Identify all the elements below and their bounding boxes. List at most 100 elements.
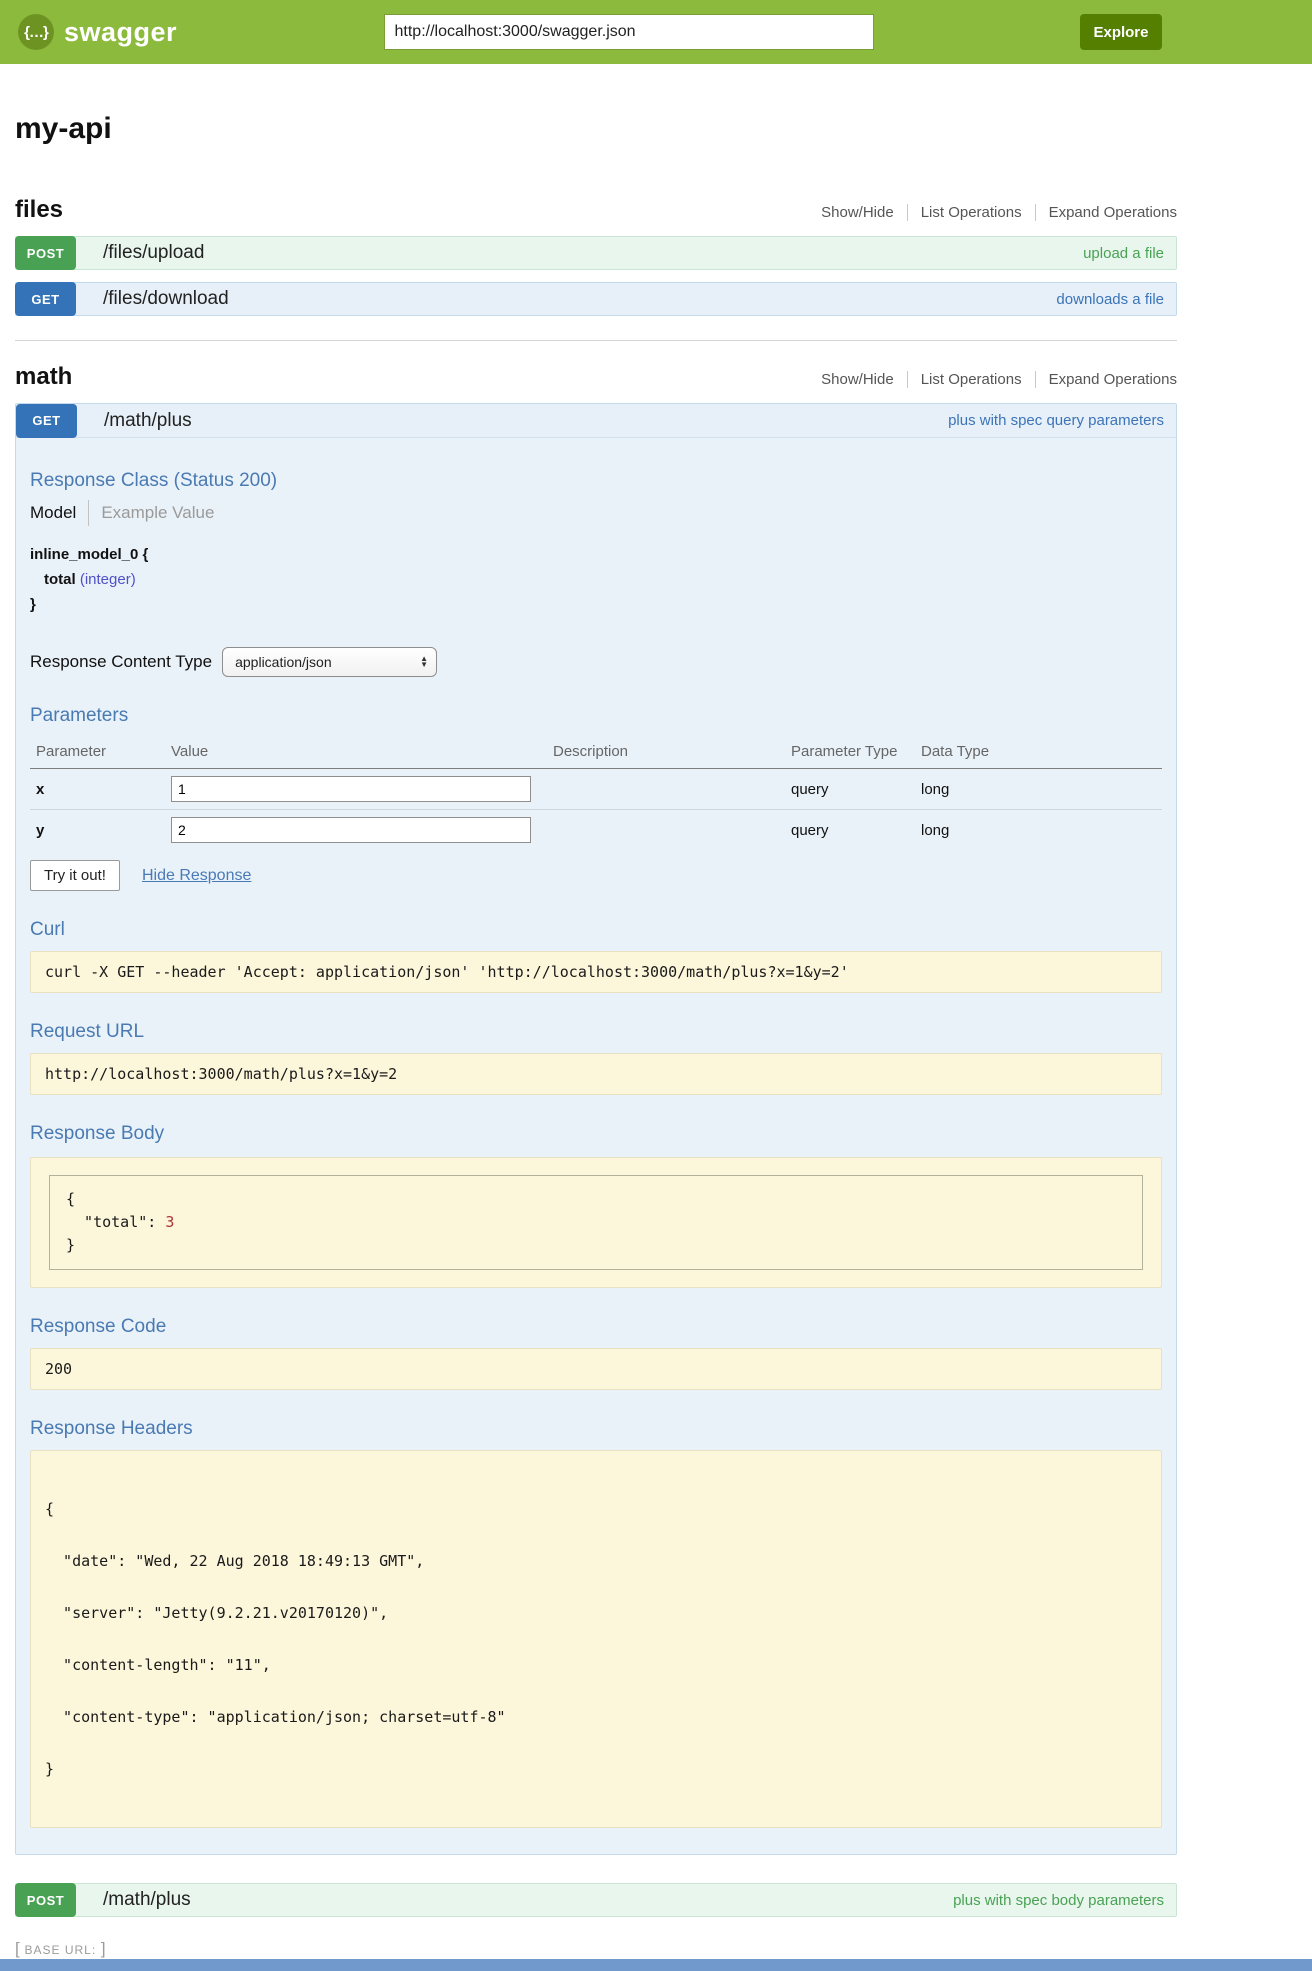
expand-operations-link[interactable]: Expand Operations xyxy=(1035,204,1177,221)
method-badge-get[interactable]: GET xyxy=(15,282,76,316)
parameter-data-type: long xyxy=(915,810,1162,851)
operation-path[interactable]: /math/plus xyxy=(104,410,192,432)
parameter-row-x: x query long xyxy=(30,769,1162,810)
request-url-value: http://localhost:3000/math/plus?x=1&y=2 xyxy=(30,1053,1162,1095)
show-hide-link[interactable]: Show/Hide xyxy=(808,204,907,221)
parameters-heading: Parameters xyxy=(30,705,1162,727)
parameters-header-row: Parameter Value Description Parameter Ty… xyxy=(30,737,1162,769)
response-content-type-row: Response Content Type application/json ▲… xyxy=(30,647,1162,677)
json-line: } xyxy=(66,1234,1126,1257)
operation-path[interactable]: /files/upload xyxy=(103,242,204,264)
response-body-box: { "total": 3 } xyxy=(30,1157,1162,1288)
curl-command: curl -X GET --header 'Accept: applicatio… xyxy=(30,951,1162,993)
section-head-files: files Show/Hide List Operations Expand O… xyxy=(15,196,1177,224)
content-wrap: my-api files Show/Hide List Operations E… xyxy=(15,64,1177,1917)
method-badge-post[interactable]: POST xyxy=(15,236,76,270)
operation-path[interactable]: /math/plus xyxy=(103,1889,191,1911)
json-line: "content-type": "application/json; chars… xyxy=(45,1709,1147,1725)
tab-example-value[interactable]: Example Value xyxy=(101,503,214,523)
operation-summary-link[interactable]: plus with spec query parameters xyxy=(948,412,1164,429)
operation-summary-link[interactable]: plus with spec body parameters xyxy=(953,1892,1164,1909)
json-line: "date": "Wed, 22 Aug 2018 18:49:13 GMT", xyxy=(45,1553,1147,1569)
response-content-type-label: Response Content Type xyxy=(30,652,212,672)
operation-block-get-math-plus: GET /math/plus plus with spec query para… xyxy=(15,403,1177,1855)
section-links-files: Show/Hide List Operations Expand Operati… xyxy=(808,204,1177,221)
section-title-math[interactable]: math xyxy=(15,363,72,391)
section-head-math: math Show/Hide List Operations Expand Op… xyxy=(15,363,1177,391)
parameter-description xyxy=(547,769,785,810)
explore-button[interactable]: Explore xyxy=(1080,14,1162,50)
json-line: { xyxy=(66,1188,1126,1211)
model-signature: inline_model_0 { total (integer) } xyxy=(30,542,1162,617)
top-bar: {…} swagger Explore xyxy=(0,0,1312,64)
curl-heading: Curl xyxy=(30,919,1162,941)
section-title-files[interactable]: files xyxy=(15,196,63,224)
parameter-row-y: y query long xyxy=(30,810,1162,851)
model-property-name: total xyxy=(44,571,76,588)
parameter-name: x xyxy=(30,769,165,810)
parameters-table: Parameter Value Description Parameter Ty… xyxy=(30,737,1162,850)
hide-response-link[interactable]: Hide Response xyxy=(142,867,251,885)
selected-content-type: application/json xyxy=(235,654,420,670)
section-math: math Show/Hide List Operations Expand Op… xyxy=(15,340,1177,1917)
brand-name: swagger xyxy=(64,17,177,48)
response-body-json: { "total": 3 } xyxy=(49,1175,1143,1270)
list-operations-link[interactable]: List Operations xyxy=(907,204,1035,221)
json-line: "server": "Jetty(9.2.21.v20170120)", xyxy=(45,1605,1147,1621)
column-value: Value xyxy=(165,737,547,769)
page-title: my-api xyxy=(15,112,1177,146)
column-parameter-type: Parameter Type xyxy=(785,737,915,769)
json-line: { xyxy=(45,1501,1147,1517)
try-it-out-button[interactable]: Try it out! xyxy=(30,860,120,891)
swagger-logo[interactable]: {…} swagger xyxy=(18,14,177,50)
response-headers-json: { "date": "Wed, 22 Aug 2018 18:49:13 GMT… xyxy=(30,1450,1162,1828)
column-data-type: Data Type xyxy=(915,737,1162,769)
try-it-out-row: Try it out! Hide Response xyxy=(30,860,1162,891)
operation-summary-link[interactable]: downloads a file xyxy=(1056,291,1164,308)
json-key: "total": xyxy=(66,1213,165,1231)
model-property-type: (integer) xyxy=(80,571,136,588)
operation-row-files-upload[interactable]: POST /files/upload upload a file xyxy=(15,236,1177,270)
bracket: ] xyxy=(101,1939,106,1958)
response-code-value: 200 xyxy=(30,1348,1162,1390)
json-line: } xyxy=(45,1761,1147,1777)
json-number-value: 3 xyxy=(165,1213,174,1231)
operation-summary-link[interactable]: upload a file xyxy=(1083,245,1164,262)
response-content-type-select[interactable]: application/json ▲▼ xyxy=(222,647,437,677)
method-badge-post[interactable]: POST xyxy=(15,1883,76,1917)
swagger-url-input[interactable] xyxy=(384,14,874,50)
response-headers-heading: Response Headers xyxy=(30,1418,1162,1440)
parameter-y-input[interactable] xyxy=(171,817,531,843)
model-tabs: Model Example Value xyxy=(30,500,1162,526)
operation-content: Response Class (Status 200) Model Exampl… xyxy=(16,438,1176,1854)
model-open-line: inline_model_0 { xyxy=(30,542,1162,567)
response-code-heading: Response Code xyxy=(30,1316,1162,1338)
base-url-label: BASE URL: xyxy=(24,1943,96,1957)
column-description: Description xyxy=(547,737,785,769)
column-parameter: Parameter xyxy=(30,737,165,769)
model-close-line: } xyxy=(30,592,1162,617)
operation-path[interactable]: /files/download xyxy=(103,288,229,310)
operation-row-files-download[interactable]: GET /files/download downloads a file xyxy=(15,282,1177,316)
operation-row-get-math-plus[interactable]: GET /math/plus plus with spec query para… xyxy=(16,404,1176,438)
section-files: files Show/Hide List Operations Expand O… xyxy=(15,196,1177,316)
json-line: "total": 3 xyxy=(66,1211,1126,1234)
method-badge-get[interactable]: GET xyxy=(16,404,77,438)
parameter-data-type: long xyxy=(915,769,1162,810)
operation-row-post-math-plus[interactable]: POST /math/plus plus with spec body para… xyxy=(15,1883,1177,1917)
bottom-accent-bar xyxy=(0,1959,1312,1971)
base-url-footer: [ BASE URL: ] xyxy=(15,1939,1312,1959)
show-hide-link[interactable]: Show/Hide xyxy=(808,371,907,388)
tab-model[interactable]: Model xyxy=(30,503,76,523)
parameter-type: query xyxy=(785,810,915,851)
select-arrows-icon: ▲▼ xyxy=(420,656,428,668)
expand-operations-link[interactable]: Expand Operations xyxy=(1035,371,1177,388)
parameter-name: y xyxy=(30,810,165,851)
list-operations-link[interactable]: List Operations xyxy=(907,371,1035,388)
parameter-x-input[interactable] xyxy=(171,776,531,802)
model-property-line: total (integer) xyxy=(30,567,1162,592)
parameter-description xyxy=(547,810,785,851)
bracket: [ xyxy=(15,1939,20,1958)
parameter-type: query xyxy=(785,769,915,810)
section-links-math: Show/Hide List Operations Expand Operati… xyxy=(808,371,1177,388)
